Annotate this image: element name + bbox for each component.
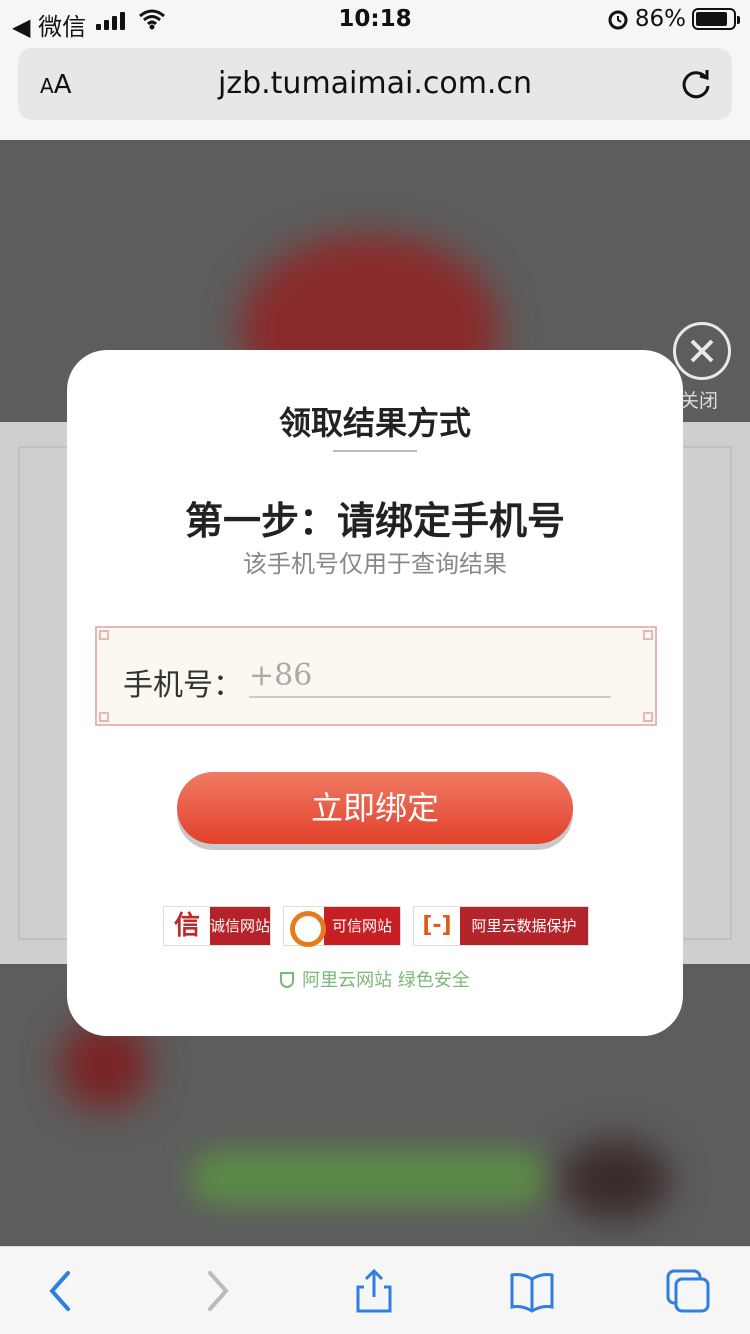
bookmarks-icon[interactable] — [508, 1267, 556, 1315]
title-divider — [333, 450, 417, 452]
close-label[interactable]: 关闭 — [680, 386, 718, 413]
trust-badge-integrity[interactable]: 信 诚信网站 — [163, 906, 271, 946]
trust-badges: 信 诚信网站 可信网站 [-] 阿里云数据保护 — [163, 906, 589, 947]
badge-label: 可信网站 — [324, 907, 400, 945]
corner-ornament — [99, 630, 109, 640]
corner-ornament — [99, 712, 109, 722]
close-icon — [690, 339, 714, 363]
shield-check-icon — [280, 972, 295, 988]
security-note: 阿里云网站 绿色安全 — [67, 966, 683, 992]
step-title: 第一步：请绑定手机号 — [184, 499, 565, 543]
bind-phone-modal: 领取结果方式 第一步：请绑定手机号 该手机号仅用于查询结果 手机号： 立即绑定 … — [67, 350, 683, 1036]
xin-seal-icon: 信 — [164, 907, 210, 945]
reload-icon[interactable] — [676, 64, 716, 104]
phone-field-box: 手机号： — [95, 626, 657, 726]
corner-ornament — [643, 712, 653, 722]
battery-percent: 86% — [634, 6, 686, 32]
badge-label: 阿里云数据保护 — [460, 907, 588, 945]
security-note-text: 阿里云网站 绿色安全 — [302, 970, 470, 991]
bind-now-button[interactable]: 立即绑定 — [177, 772, 573, 844]
phone-label: 手机号： — [123, 668, 243, 703]
close-button[interactable] — [673, 322, 731, 380]
phone-input[interactable] — [249, 654, 611, 698]
blurred-green-button — [190, 1150, 550, 1206]
url-text[interactable]: jzb.tumaimai.com.cn — [18, 66, 732, 101]
alarm-clock-icon — [608, 10, 628, 30]
trust-badge-aliyun[interactable]: [-] 阿里云数据保护 — [413, 906, 589, 946]
trusted-ring-icon — [284, 907, 326, 947]
badge-label: 诚信网站 — [210, 907, 270, 945]
blurred-dark-button — [560, 1140, 670, 1220]
aliyun-logo-icon: [-] — [422, 913, 452, 938]
address-bar[interactable]: AA jzb.tumaimai.com.cn — [18, 48, 732, 120]
back-arrow-icon[interactable] — [38, 1267, 86, 1315]
corner-ornament — [643, 630, 653, 640]
forward-arrow-icon[interactable] — [192, 1267, 240, 1315]
tabs-icon[interactable] — [664, 1267, 712, 1315]
battery-icon — [692, 8, 740, 30]
browser-toolbar — [0, 1246, 750, 1334]
status-bar: ◀ 微信 10:18 86% — [0, 0, 750, 41]
trust-badge-trusted[interactable]: 可信网站 — [283, 906, 401, 947]
modal-title: 领取结果方式 — [278, 404, 471, 442]
modal-subtitle: 该手机号仅用于查询结果 — [243, 550, 507, 578]
share-icon[interactable] — [350, 1267, 398, 1315]
